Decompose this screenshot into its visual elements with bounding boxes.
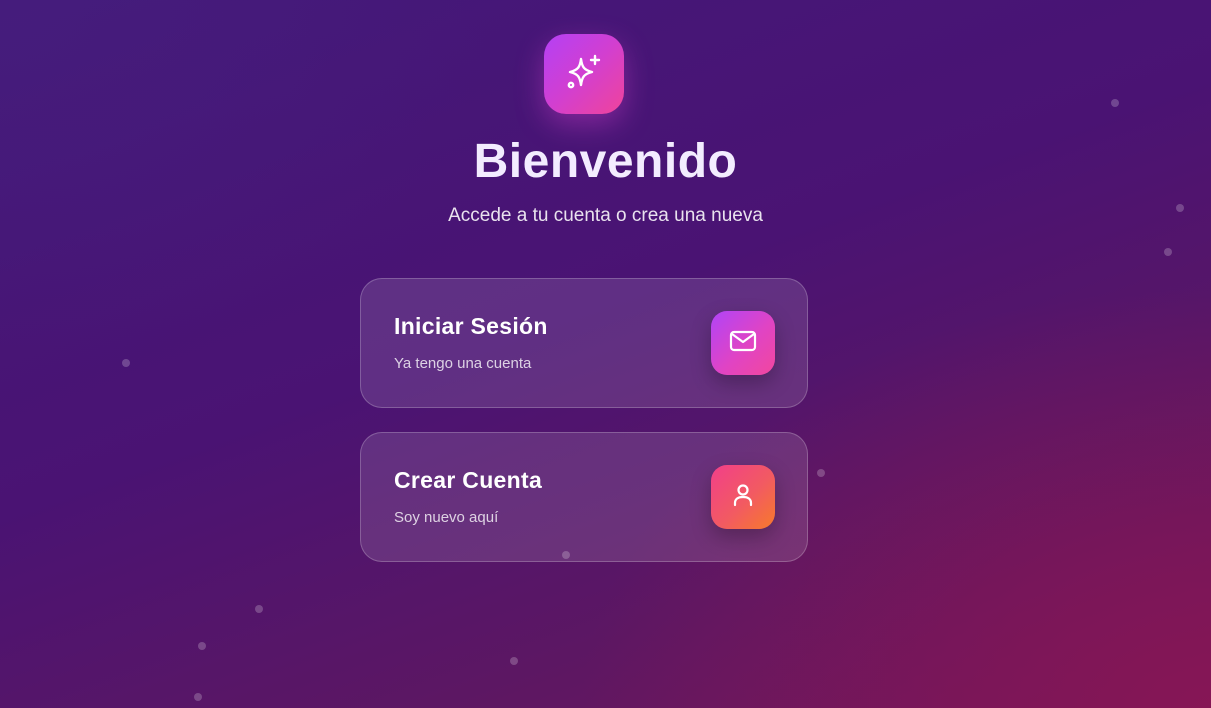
app-logo xyxy=(544,34,624,114)
page-subtitle: Accede a tu cuenta o crea una nueva xyxy=(448,205,763,226)
register-option-card[interactable]: Crear Cuenta Soy nuevo aquí xyxy=(360,432,808,562)
background-particle xyxy=(194,693,202,701)
login-option-title: Iniciar Sesión xyxy=(394,313,548,339)
user-icon xyxy=(727,479,759,516)
page-title: Bienvenido xyxy=(473,135,738,188)
register-icon-badge xyxy=(711,465,775,529)
register-option-subtitle: Soy nuevo aquí xyxy=(394,509,499,526)
background-particle xyxy=(817,469,825,477)
login-icon-badge xyxy=(711,311,775,375)
background-particle xyxy=(1164,248,1172,256)
login-option-card[interactable]: Iniciar Sesión Ya tengo una cuenta xyxy=(360,278,808,408)
mail-icon xyxy=(727,325,759,362)
background-particle xyxy=(1111,99,1119,107)
login-option-subtitle: Ya tengo una cuenta xyxy=(394,355,532,372)
background-particle xyxy=(122,359,130,367)
sparkles-icon xyxy=(564,52,604,97)
register-option-title: Crear Cuenta xyxy=(394,467,543,493)
background-particle xyxy=(255,605,263,613)
background-particle xyxy=(198,642,206,650)
background-particle xyxy=(510,657,518,665)
